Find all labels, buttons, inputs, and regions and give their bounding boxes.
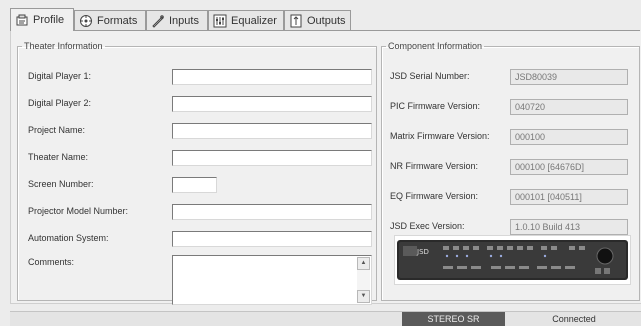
status-bar: STEREO SR Connected <box>10 311 641 326</box>
tab-profile[interactable]: Profile <box>10 8 74 31</box>
status-format: STEREO SR <box>402 312 505 326</box>
tab-equalizer-label: Equalizer <box>231 14 277 27</box>
theater-name-label: Theater Name: <box>28 152 89 162</box>
digital-player-1-input[interactable] <box>172 69 372 85</box>
scroll-up-icon[interactable]: ▲ <box>357 257 370 270</box>
equalizer-icon <box>213 14 227 28</box>
digital-player-2-input[interactable] <box>172 96 372 112</box>
jsd-exec-version-value: 1.0.10 Build 413 <box>510 219 628 235</box>
tab-outputs-label: Outputs <box>307 14 346 27</box>
tab-profile-label: Profile <box>33 14 65 26</box>
comments-label: Comments: <box>28 257 75 267</box>
automation-system-label: Automation System: <box>28 233 109 243</box>
digital-player-2-label: Digital Player 2: <box>28 98 92 108</box>
theater-information-group: Theater Information Digital Player 1: Di… <box>17 41 377 305</box>
tab-equalizer[interactable]: Equalizer <box>208 10 284 30</box>
jsd-unit-illustration: JSD <box>397 240 628 280</box>
nr-firmware-version-value: 000100 [64676D] <box>510 159 628 175</box>
projector-model-number-input[interactable] <box>172 204 372 220</box>
device-logo: JSD <box>416 248 429 256</box>
tab-outputs[interactable]: Outputs <box>284 10 351 30</box>
scroll-down-icon[interactable]: ▼ <box>357 290 370 303</box>
project-name-label: Project Name: <box>28 125 86 135</box>
automation-system-input[interactable] <box>172 231 372 247</box>
eq-firmware-version-label: EQ Firmware Version: <box>390 191 479 201</box>
tab-formats-label: Formats <box>97 14 138 27</box>
comments-scrollbar[interactable]: ▲ ▼ <box>357 257 370 303</box>
formats-icon <box>79 14 93 28</box>
projector-model-number-label: Projector Model Number: <box>28 206 129 216</box>
screen-number-input[interactable] <box>172 177 217 193</box>
component-information-title: Component Information <box>388 41 483 51</box>
status-connection: Connected <box>552 314 596 324</box>
matrix-firmware-version-value: 000100 <box>510 129 628 145</box>
eq-firmware-version-value: 000101 [040511] <box>510 189 628 205</box>
screen-number-label: Screen Number: <box>28 179 94 189</box>
inputs-icon <box>151 14 165 28</box>
jsd-serial-number-label: JSD Serial Number: <box>390 71 470 81</box>
jsd-serial-number-value: JSD80039 <box>510 69 628 85</box>
tab-inputs[interactable]: Inputs <box>146 10 208 30</box>
jsd-exec-version-label: JSD Exec Version: <box>390 221 465 231</box>
project-name-input[interactable] <box>172 123 372 139</box>
tab-formats[interactable]: Formats <box>74 10 146 30</box>
pic-firmware-version-value: 040720 <box>510 99 628 115</box>
comments-textarea[interactable]: ▲ ▼ <box>172 255 372 305</box>
profile-panel: Theater Information Digital Player 1: Di… <box>10 31 641 305</box>
theater-name-input[interactable] <box>172 150 372 166</box>
outputs-icon <box>289 14 303 28</box>
tab-bar: Profile Formats Inputs Equalizer Outputs <box>10 8 640 31</box>
matrix-firmware-version-label: Matrix Firmware Version: <box>390 131 490 141</box>
nr-firmware-version-label: NR Firmware Version: <box>390 161 479 171</box>
pic-firmware-version-label: PIC Firmware Version: <box>390 101 481 111</box>
device-image: JSD <box>394 235 631 285</box>
digital-player-1-label: Digital Player 1: <box>28 71 92 81</box>
tab-inputs-label: Inputs <box>169 14 199 27</box>
theater-information-title: Theater Information <box>24 41 103 51</box>
profile-icon <box>15 13 29 27</box>
